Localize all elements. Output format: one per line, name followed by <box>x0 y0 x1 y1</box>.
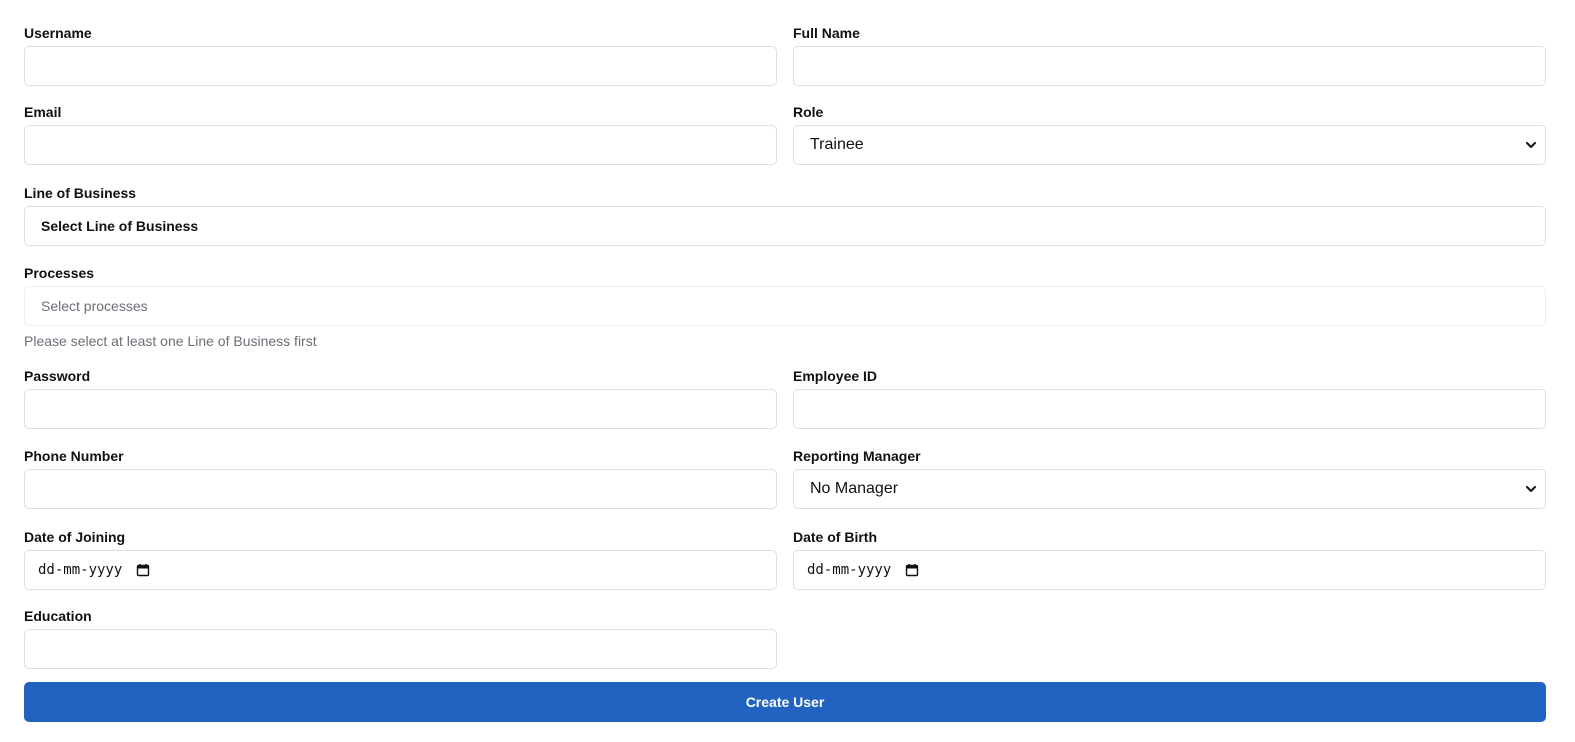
chevron-down-icon <box>1526 486 1536 492</box>
line-of-business-label: Line of Business <box>24 185 137 201</box>
date-of-birth-placeholder: dd-mm-yyyy <box>807 562 892 578</box>
phone-number-label: Phone Number <box>24 448 124 464</box>
reporting-manager-select[interactable]: No Manager <box>793 469 1546 509</box>
row-education: Education <box>24 607 1546 669</box>
line-of-business-selected-value: Select Line of Business <box>41 218 199 234</box>
processes-hint: Please select at least one Line of Busin… <box>24 333 317 349</box>
row-password-employee-id: Password Employee ID <box>24 367 1546 429</box>
education-input[interactable] <box>24 629 777 669</box>
processes-group: Processes Select processes Please select… <box>24 264 1546 350</box>
role-group: Role Trainee <box>793 103 1546 165</box>
employee-id-input[interactable] <box>793 389 1546 429</box>
username-label: Username <box>24 25 92 41</box>
full-name-group: Full Name <box>793 24 1546 86</box>
date-of-joining-group: Date of Joining dd-mm-yyyy <box>24 528 777 590</box>
row-processes: Processes Select processes Please select… <box>24 264 1546 350</box>
row-phone-manager: Phone Number Reporting Manager No Manage… <box>24 447 1546 509</box>
education-label: Education <box>24 608 92 624</box>
processes-label: Processes <box>24 265 95 281</box>
row-dates: Date of Joining dd-mm-yyyy Date of Birth… <box>24 528 1546 590</box>
role-label: Role <box>793 104 824 120</box>
create-user-form: Username Full Name Email Role Trainee Li… <box>0 0 1575 742</box>
email-label: Email <box>24 104 62 120</box>
row-line-of-business: Line of Business Select Line of Business <box>24 184 1546 246</box>
full-name-input[interactable] <box>793 46 1546 86</box>
line-of-business-select[interactable]: Select Line of Business <box>24 206 1546 246</box>
password-label: Password <box>24 368 91 384</box>
processes-placeholder: Select processes <box>41 298 148 314</box>
reporting-manager-selected-value: No Manager <box>810 480 899 497</box>
date-of-joining-placeholder: dd-mm-yyyy <box>38 562 123 578</box>
full-name-label: Full Name <box>793 25 860 41</box>
employee-id-group: Employee ID <box>793 367 1546 429</box>
username-group: Username <box>24 24 777 86</box>
row-username-fullname: Username Full Name <box>24 24 1546 86</box>
processes-select[interactable]: Select processes <box>24 286 1546 326</box>
role-selected-value: Trainee <box>810 136 864 153</box>
line-of-business-group: Line of Business Select Line of Business <box>24 184 1546 246</box>
phone-number-input[interactable] <box>24 469 777 509</box>
email-group: Email <box>24 103 777 165</box>
email-input[interactable] <box>24 125 777 165</box>
password-input[interactable] <box>24 389 777 429</box>
date-of-birth-label: Date of Birth <box>793 529 877 545</box>
role-select[interactable]: Trainee <box>793 125 1546 165</box>
chevron-down-icon <box>1526 142 1536 148</box>
date-of-birth-input[interactable]: dd-mm-yyyy <box>793 550 1546 590</box>
calendar-icon[interactable] <box>136 563 150 577</box>
empty-column <box>793 607 1546 669</box>
row-email-role: Email Role Trainee <box>24 103 1546 165</box>
employee-id-label: Employee ID <box>793 368 878 384</box>
date-of-birth-group: Date of Birth dd-mm-yyyy <box>793 528 1546 590</box>
create-user-button[interactable]: Create User <box>24 682 1546 722</box>
date-of-joining-input[interactable]: dd-mm-yyyy <box>24 550 777 590</box>
reporting-manager-label: Reporting Manager <box>793 448 921 464</box>
username-input[interactable] <box>24 46 777 86</box>
password-group: Password <box>24 367 777 429</box>
phone-number-group: Phone Number <box>24 447 777 509</box>
date-of-joining-label: Date of Joining <box>24 529 126 545</box>
calendar-icon[interactable] <box>905 563 919 577</box>
education-group: Education <box>24 607 777 669</box>
reporting-manager-group: Reporting Manager No Manager <box>793 447 1546 509</box>
